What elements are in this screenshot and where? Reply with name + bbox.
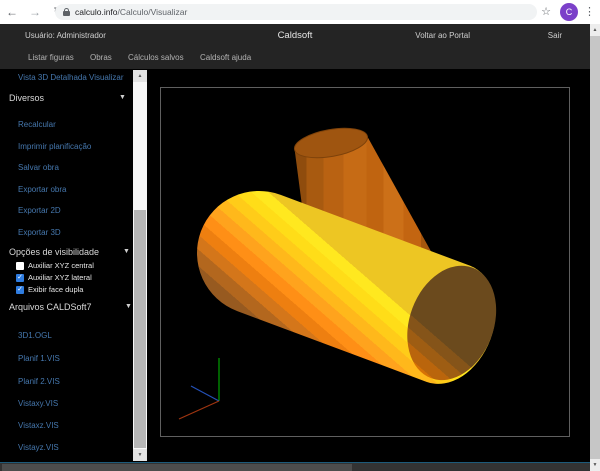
page-scroll-down-icon[interactable]: ▼ <box>590 459 600 471</box>
section-arquivos[interactable]: Arquivos CALDSoft7 ▼ <box>9 302 135 312</box>
sidebar-item-vistayz-vis[interactable]: Vistayz.VIS <box>18 443 59 452</box>
url-text: calculo.info/Calculo/Visualizar <box>75 7 187 17</box>
sidebar-item-vistaxz-vis[interactable]: Vistaxz.VIS <box>18 421 59 430</box>
forward-icon[interactable]: → <box>27 0 43 24</box>
checkbox-auxiliar-xyz-lateral[interactable]: ✓ <box>16 274 24 282</box>
url-bar[interactable]: calculo.info/Calculo/Visualizar <box>55 4 537 20</box>
browser-avatar[interactable]: C <box>560 3 578 21</box>
viewer-panel <box>148 69 590 462</box>
sidebar-item-vista-3d[interactable]: Vista 3D Detalhada Visualizar <box>18 73 124 82</box>
chevron-down-icon: ▼ <box>125 303 132 310</box>
sidebar-item-exportar-2d[interactable]: Exportar 2D <box>18 206 61 215</box>
sidebar-item-exportar-3d[interactable]: Exportar 3D <box>18 228 61 237</box>
url-host: calculo.info <box>75 7 118 17</box>
sidebar-item-vistaxy-vis[interactable]: Vistaxy.VIS <box>18 399 58 408</box>
sidebar-item-imprimir-planificacao[interactable]: Imprimir planificação <box>18 142 91 151</box>
sidebar-item-salvar-obra[interactable]: Salvar obra <box>18 163 59 172</box>
browser-toolbar: ← → ↻ calculo.info/Calculo/Visualizar ☆ … <box>0 0 600 24</box>
checkbox-row-exibir-face-dupla[interactable]: ✓ Exibir face dupla <box>16 285 83 294</box>
page-content: Vista 3D Detalhada Visualizar Diversos ▼… <box>0 69 590 462</box>
nav-calculos-salvos[interactable]: Cálculos salvos <box>128 53 184 62</box>
horizontal-scrollbar[interactable] <box>0 462 590 471</box>
url-path: /Calculo/Visualizar <box>118 7 188 17</box>
axis-z-blue <box>191 386 219 401</box>
lock-icon <box>63 11 70 16</box>
checkbox-label: Auxiliar XYZ central <box>28 261 94 270</box>
logout-link[interactable]: Sair <box>548 31 562 40</box>
sidebar-item-recalcular[interactable]: Recalcular <box>18 120 56 129</box>
sidebar-scroll-up-icon[interactable]: ▲ <box>133 70 147 82</box>
back-icon[interactable]: ← <box>4 0 20 24</box>
checkbox-row-auxiliar-xyz-lateral[interactable]: ✓ Auxiliar XYZ lateral <box>16 273 92 282</box>
bookmark-star-icon[interactable]: ☆ <box>539 0 553 24</box>
app-title: Caldsoft <box>0 30 590 41</box>
app-header: Usuário: Administrador Caldsoft Voltar a… <box>0 24 590 69</box>
sidebar: Vista 3D Detalhada Visualizar Diversos ▼… <box>0 69 148 462</box>
checkbox-row-auxiliar-xyz-central[interactable]: Auxiliar XYZ central <box>16 261 94 270</box>
axis-triad <box>179 358 219 419</box>
viewer-canvas[interactable] <box>160 87 570 437</box>
nav-listar-figuras[interactable]: Listar figuras <box>28 53 74 62</box>
portal-link[interactable]: Voltar ao Portal <box>415 31 470 40</box>
chevron-down-icon: ▼ <box>119 94 126 101</box>
nav-caldsoft-ajuda[interactable]: Caldsoft ajuda <box>200 53 251 62</box>
sidebar-item-planif2-vis[interactable]: Planif 2.VIS <box>18 377 60 386</box>
section-arquivos-label: Arquivos CALDSoft7 <box>9 302 92 312</box>
checkbox-label: Auxiliar XYZ lateral <box>28 273 92 282</box>
browser-menu-icon[interactable]: ⋮ <box>584 0 594 24</box>
sidebar-scrollbar-thumb[interactable] <box>134 210 146 448</box>
section-visibilidade[interactable]: Opções de visibilidade ▼ <box>9 247 133 257</box>
checkbox-auxiliar-xyz-central[interactable] <box>16 262 24 270</box>
sidebar-scroll-down-icon[interactable]: ▼ <box>133 449 147 461</box>
checkbox-label: Exibir face dupla <box>28 285 83 294</box>
sidebar-item-planif1-vis[interactable]: Planif 1.VIS <box>18 354 60 363</box>
sidebar-item-exportar-obra[interactable]: Exportar obra <box>18 185 66 194</box>
axis-x-red <box>179 401 219 419</box>
chevron-down-icon: ▼ <box>123 248 130 255</box>
nav-obras[interactable]: Obras <box>90 53 112 62</box>
checkbox-exibir-face-dupla[interactable]: ✓ <box>16 286 24 294</box>
sidebar-scrollbar[interactable]: ▲ ▼ <box>133 70 147 461</box>
horizontal-scrollbar-thumb[interactable] <box>2 464 352 471</box>
main-nav: Listar figuras Obras Cálculos salvos Cal… <box>0 50 590 69</box>
sidebar-item-3d1-ogl[interactable]: 3D1.OGL <box>18 331 52 340</box>
section-diversos-label: Diversos <box>9 93 44 103</box>
section-diversos[interactable]: Diversos ▼ <box>9 93 129 103</box>
pipe-tee-3d-model <box>161 88 571 438</box>
page-scroll-up-icon[interactable]: ▲ <box>590 24 600 36</box>
section-visibilidade-label: Opções de visibilidade <box>9 247 99 257</box>
page-scrollbar[interactable]: ▲ ▼ <box>590 24 600 471</box>
